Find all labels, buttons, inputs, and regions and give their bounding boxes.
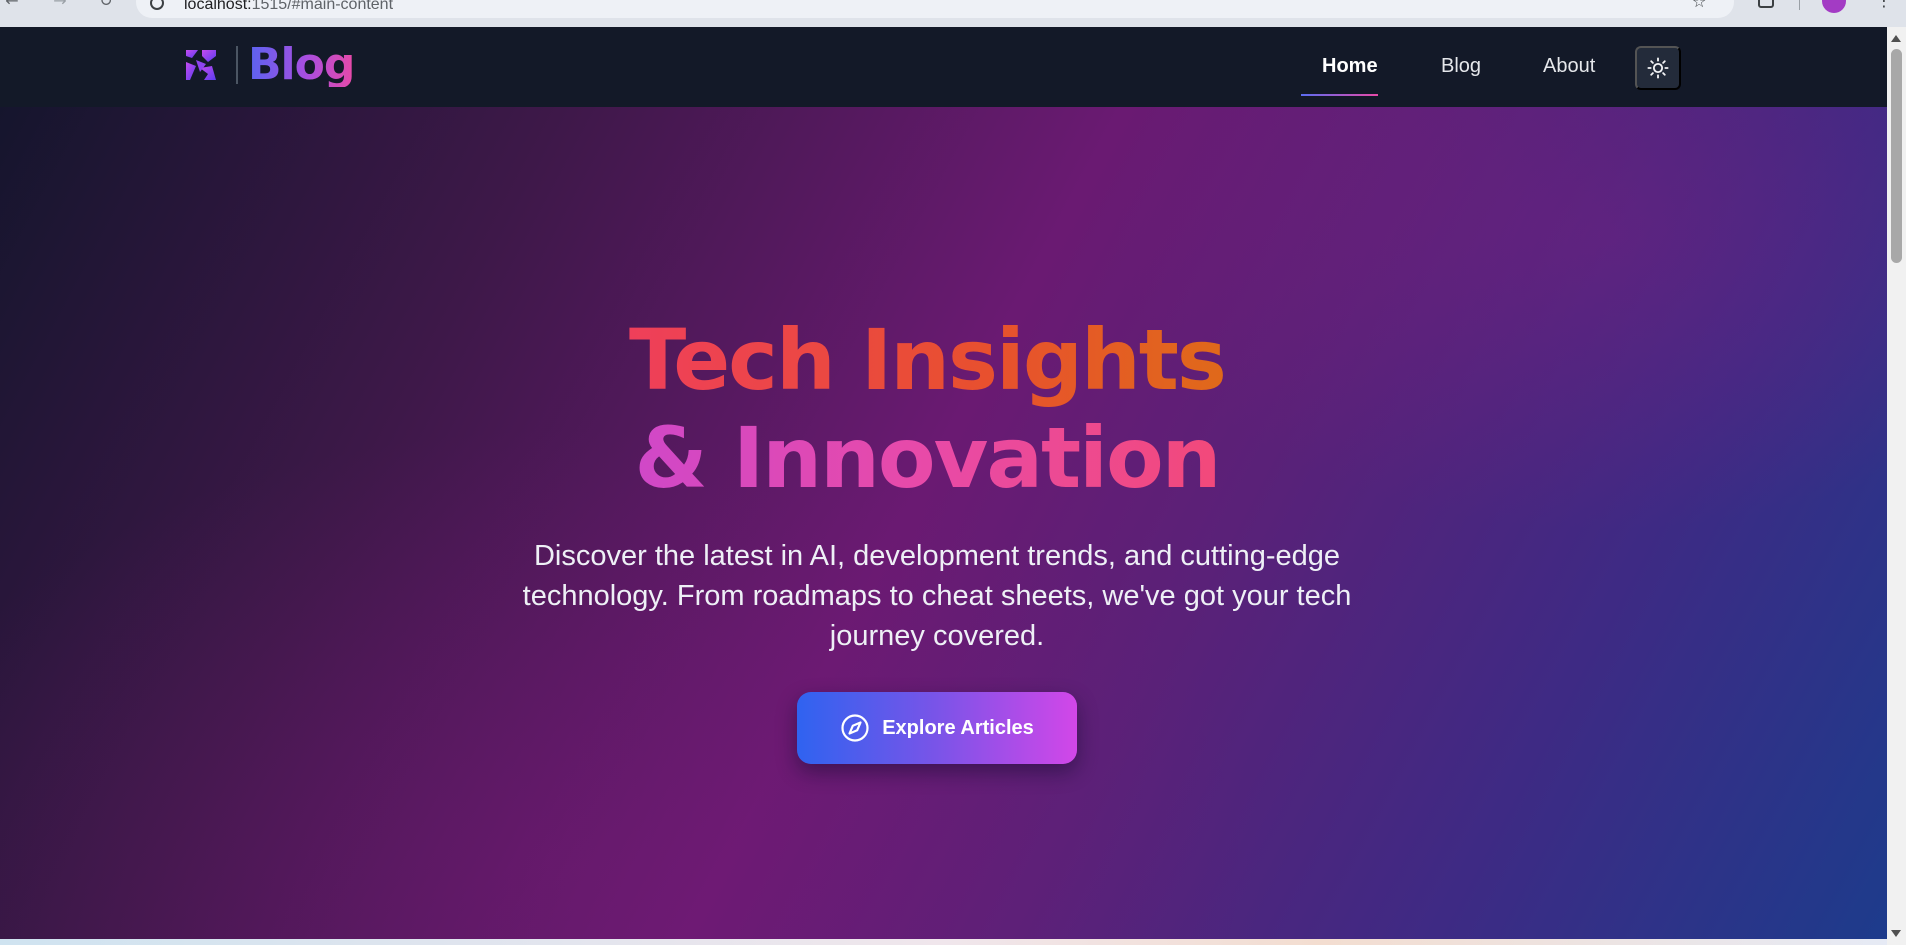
more-vert-icon[interactable]: ⋮	[1876, 0, 1892, 10]
hero-subtitle-line-3: journey covered.	[829, 620, 1045, 652]
next-section-edge	[0, 939, 1887, 945]
hero-subtitle: Discover the latest in AI, development t…	[467, 536, 1407, 656]
site-header: Blog Home Blog About	[0, 27, 1887, 107]
hero-background-glow	[0, 107, 1887, 945]
scroll-thumb[interactable]	[1891, 49, 1902, 263]
theme-toggle-button[interactable]	[1635, 46, 1681, 90]
nav-link-home[interactable]: Home	[1322, 55, 1378, 78]
browser-toolbar: ← → ↻ localhost:1515/#main-content ☆ ⋮	[0, 0, 1906, 27]
url-host: localhost:	[184, 0, 252, 13]
forward-icon[interactable]: →	[50, 0, 70, 11]
toolbar-divider	[1799, 0, 1800, 10]
address-bar-url: localhost:1515/#main-content	[184, 0, 393, 14]
extensions-icon[interactable]	[1758, 0, 1774, 8]
brand-divider	[236, 46, 238, 84]
back-icon[interactable]: ←	[2, 0, 22, 11]
explore-articles-label: Explore Articles	[882, 716, 1034, 739]
scroll-up-arrow-icon[interactable]	[1891, 35, 1901, 42]
hero-title-line-1-text: Tech Insights	[629, 311, 1227, 409]
hero-title-line-1: Tech Insights	[0, 312, 1854, 408]
site-info-icon[interactable]	[150, 0, 164, 10]
reload-icon[interactable]: ↻	[96, 0, 116, 11]
url-path: 1515/#main-content	[251, 0, 394, 13]
hero-title-line-2: & Innovation	[0, 410, 1854, 506]
hero-subtitle-line-2: technology. From roadmaps to cheat sheet…	[522, 580, 1352, 612]
brand-logo-link[interactable]: Blog	[182, 39, 355, 90]
sun-icon	[1647, 57, 1669, 79]
page-viewport: Blog Home Blog About Tech Insights & Inn…	[0, 27, 1887, 945]
hero-title-line-2-text: & Innovation	[634, 409, 1222, 507]
logo-mark-icon	[186, 50, 216, 80]
bookmark-star-icon[interactable]: ☆	[1692, 0, 1706, 11]
scroll-down-arrow-icon[interactable]	[1891, 930, 1901, 937]
address-bar[interactable]: localhost:1515/#main-content	[136, 0, 1734, 18]
explore-articles-button[interactable]: Explore Articles	[797, 692, 1077, 764]
nav-link-about[interactable]: About	[1543, 55, 1595, 78]
page-scrollbar[interactable]	[1887, 27, 1906, 945]
nav-active-underline	[1301, 94, 1378, 96]
nav-link-blog[interactable]: Blog	[1441, 55, 1481, 78]
brand-name: Blog	[248, 39, 355, 90]
compass-icon	[841, 714, 869, 742]
hero-subtitle-line-1: Discover the latest in AI, development t…	[533, 540, 1341, 572]
profile-avatar[interactable]	[1822, 0, 1846, 13]
